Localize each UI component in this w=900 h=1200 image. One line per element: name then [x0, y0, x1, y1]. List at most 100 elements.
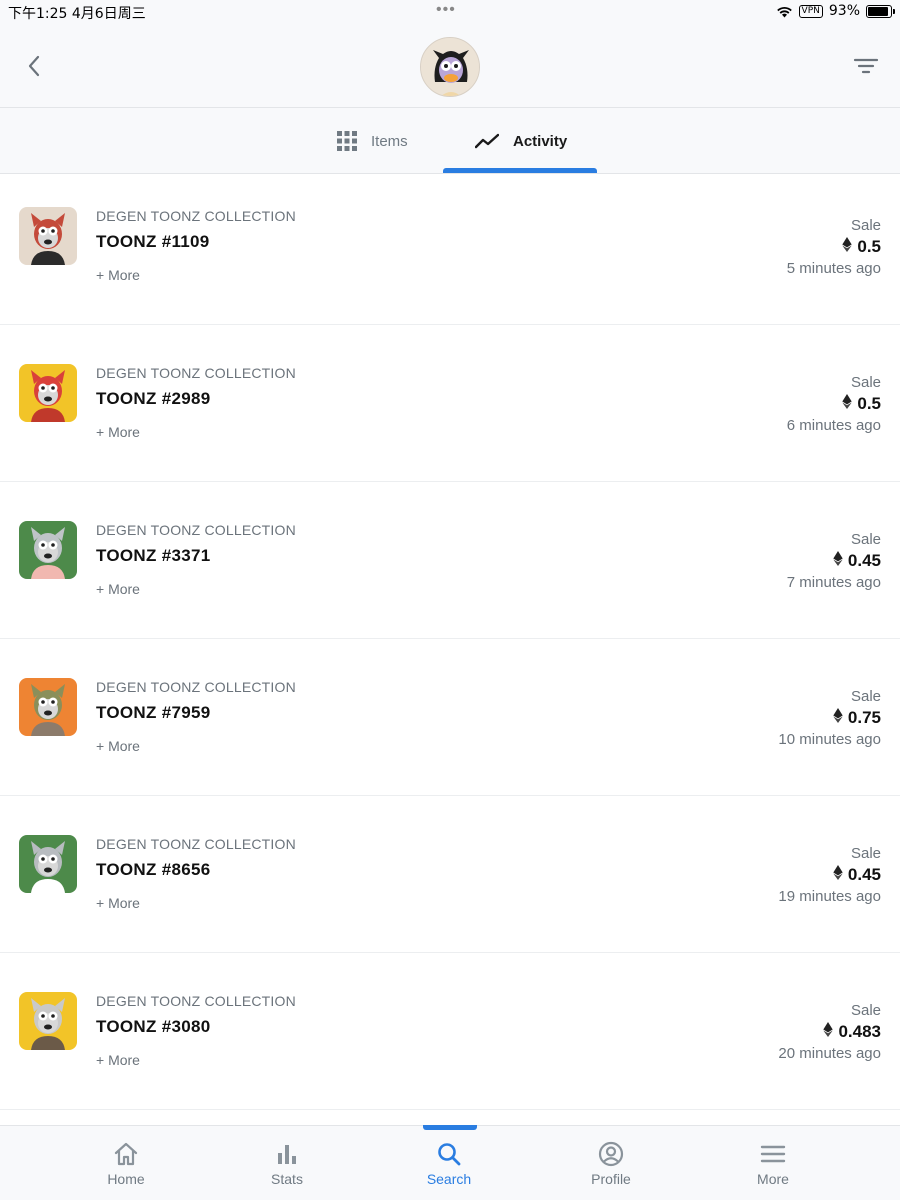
- tab-items-label: Items: [371, 132, 408, 150]
- status-time: 下午1:25 4月6日周三: [8, 6, 146, 22]
- filter-lines-icon: [853, 58, 879, 74]
- sale-price: 0.5: [842, 237, 881, 257]
- grid-icon: [337, 131, 357, 151]
- bar-chart-icon: [278, 1145, 296, 1164]
- nft-thumbnail: [19, 521, 77, 579]
- sale-price: 0.483: [823, 1022, 881, 1042]
- tab-items[interactable]: Items: [337, 108, 408, 174]
- tab-activity[interactable]: Activity: [475, 108, 567, 174]
- ethereum-icon: [833, 708, 843, 728]
- collection-name: DEGEN TOONZ COLLECTION: [96, 365, 296, 381]
- multitasking-dots-icon[interactable]: •••: [436, 2, 456, 18]
- back-button[interactable]: [20, 50, 48, 82]
- nav-more[interactable]: More: [713, 1126, 833, 1200]
- collection-name: DEGEN TOONZ COLLECTION: [96, 993, 296, 1009]
- price-value: 0.45: [847, 551, 881, 570]
- filter-button[interactable]: [852, 52, 880, 80]
- event-type: Sale: [850, 1002, 881, 1019]
- event-time: 5 minutes ago: [786, 260, 881, 277]
- token-name: TOONZ #3371: [96, 546, 211, 565]
- more-link[interactable]: + More: [96, 1052, 140, 1068]
- nav-search[interactable]: Search: [389, 1126, 509, 1200]
- sale-price: 0.45: [833, 551, 881, 571]
- battery-icon: [866, 4, 895, 18]
- chevron-left-icon: [28, 55, 40, 77]
- wifi-icon: [776, 6, 792, 17]
- token-name: TOONZ #3080: [96, 1017, 211, 1036]
- nav-home-label: Home: [107, 1171, 145, 1187]
- collection-name: DEGEN TOONZ COLLECTION: [96, 679, 296, 695]
- sale-price: 0.45: [833, 865, 881, 885]
- more-link[interactable]: + More: [96, 267, 140, 283]
- collection-tabs: Items Activity: [0, 108, 900, 174]
- event-type: Sale: [850, 217, 881, 234]
- trend-line-icon: [475, 133, 499, 149]
- activity-row[interactable]: DEGEN TOONZ COLLECTION TOONZ #1109 + Mor…: [0, 168, 900, 325]
- event-type: Sale: [850, 845, 881, 862]
- battery-percent: 93%: [828, 3, 860, 19]
- sale-price: 0.5: [842, 394, 881, 414]
- event-time: 7 minutes ago: [786, 574, 881, 591]
- price-value: 0.45: [847, 865, 881, 884]
- battery-level-fill: [868, 6, 889, 16]
- nav-profile[interactable]: Profile: [551, 1126, 671, 1200]
- nft-thumbnail: [19, 835, 77, 893]
- more-link[interactable]: + More: [96, 581, 140, 597]
- event-time: 20 minutes ago: [778, 1045, 881, 1062]
- collection-name: DEGEN TOONZ COLLECTION: [96, 522, 296, 538]
- activity-row[interactable]: DEGEN TOONZ COLLECTION TOONZ #7959 + Mor…: [0, 639, 900, 796]
- event-time: 6 minutes ago: [786, 417, 881, 434]
- nft-thumbnail: [19, 678, 77, 736]
- nav-stats-label: Stats: [271, 1171, 303, 1187]
- token-name: TOONZ #7959: [96, 703, 211, 722]
- event-time: 10 minutes ago: [778, 731, 881, 748]
- collection-name: DEGEN TOONZ COLLECTION: [96, 208, 296, 224]
- app-header: [0, 24, 900, 108]
- activity-list: DEGEN TOONZ COLLECTION TOONZ #1109 + Mor…: [0, 168, 900, 1110]
- tab-activity-label: Activity: [513, 132, 568, 150]
- toon-avatar-icon: [421, 38, 479, 96]
- price-value: 0.5: [857, 394, 881, 413]
- collection-avatar[interactable]: [420, 37, 480, 97]
- nav-search-label: Search: [426, 1171, 472, 1187]
- event-type: Sale: [850, 531, 881, 548]
- status-indicators: VPN 93%: [776, 3, 895, 19]
- ethereum-icon: [833, 865, 843, 885]
- nav-more-label: More: [757, 1171, 789, 1187]
- menu-icon: [760, 1145, 786, 1163]
- ethereum-icon: [823, 1022, 834, 1042]
- activity-row[interactable]: DEGEN TOONZ COLLECTION TOONZ #3080 + Mor…: [0, 953, 900, 1110]
- nft-thumbnail: [19, 364, 77, 422]
- nav-stats[interactable]: Stats: [227, 1126, 347, 1200]
- collection-name: DEGEN TOONZ COLLECTION: [96, 836, 296, 852]
- token-name: TOONZ #1109: [96, 232, 210, 251]
- ethereum-icon: [833, 551, 843, 571]
- ethereum-icon: [842, 394, 853, 414]
- nft-thumbnail: [19, 992, 77, 1050]
- token-name: TOONZ #8656: [96, 860, 211, 879]
- profile-icon: [598, 1141, 624, 1167]
- more-link[interactable]: + More: [96, 424, 140, 440]
- token-name: TOONZ #2989: [96, 389, 211, 408]
- search-icon: [438, 1143, 461, 1166]
- event-type: Sale: [850, 688, 881, 705]
- event-type: Sale: [850, 374, 881, 391]
- nav-profile-label: Profile: [591, 1171, 631, 1187]
- nft-thumbnail: [19, 207, 77, 265]
- nav-home[interactable]: Home: [66, 1126, 186, 1200]
- ethereum-icon: [842, 237, 853, 257]
- sale-price: 0.75: [833, 708, 881, 728]
- status-bar: 下午1:25 4月6日周三 ••• VPN 93%: [0, 0, 900, 24]
- price-value: 0.5: [857, 237, 881, 256]
- activity-row[interactable]: DEGEN TOONZ COLLECTION TOONZ #3371 + Mor…: [0, 482, 900, 639]
- activity-row[interactable]: DEGEN TOONZ COLLECTION TOONZ #2989 + Mor…: [0, 325, 900, 482]
- more-link[interactable]: + More: [96, 738, 140, 754]
- price-value: 0.75: [847, 708, 881, 727]
- activity-row[interactable]: DEGEN TOONZ COLLECTION TOONZ #8656 + Mor…: [0, 796, 900, 953]
- vpn-badge: VPN: [798, 4, 823, 18]
- home-icon: [114, 1142, 138, 1166]
- price-value: 0.483: [838, 1022, 881, 1041]
- bottom-nav: Home Stats Search Profile More: [0, 1125, 900, 1200]
- more-link[interactable]: + More: [96, 895, 140, 911]
- event-time: 19 minutes ago: [778, 888, 881, 905]
